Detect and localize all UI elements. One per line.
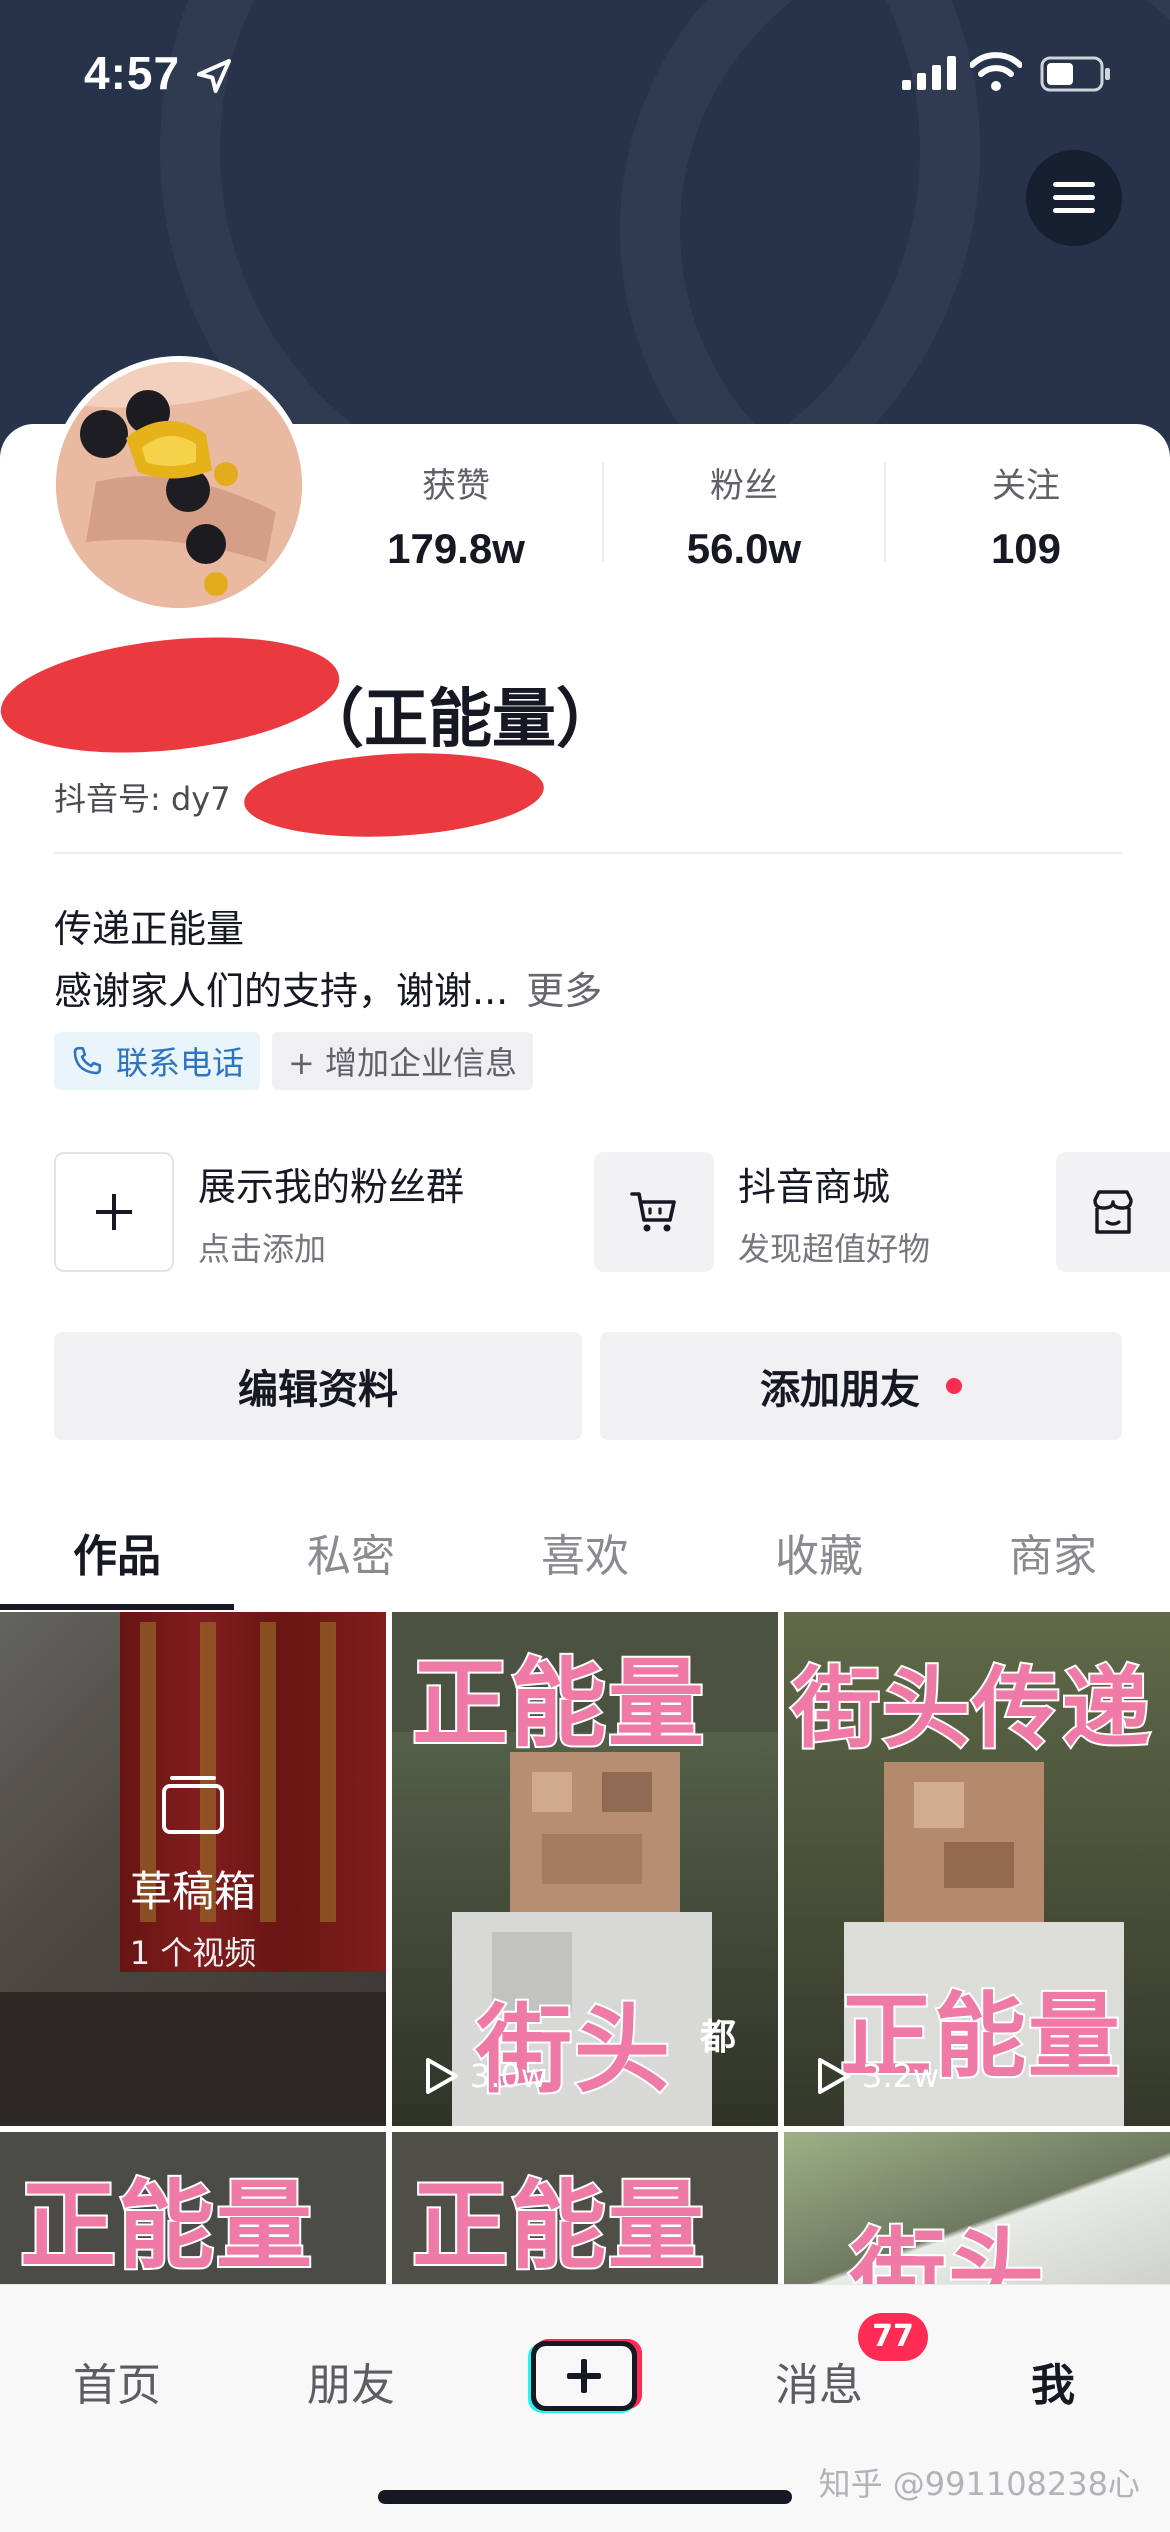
shop-icon	[1056, 1152, 1170, 1272]
tab-favorites[interactable]: 收藏	[702, 1520, 936, 1584]
nav-friends[interactable]: 朋友	[234, 2349, 468, 2413]
bio-more-link[interactable]: 更多	[526, 969, 602, 1013]
play-count-value: 3.2w	[862, 2057, 940, 2095]
douyin-id[interactable]: 抖音号: dy7	[54, 774, 231, 820]
status-time: 4:57	[84, 47, 181, 99]
video-overlay-title: 正能量	[18, 2168, 314, 2284]
add-business-info-label: + 增加企业信息	[288, 1044, 517, 1082]
stat-following[interactable]: 关注 109	[906, 458, 1146, 573]
stat-following-value: 109	[990, 525, 1062, 572]
shop-shortcut[interactable]	[1056, 1152, 1170, 1272]
active-tab-indicator	[0, 1604, 234, 1610]
messages-badge: 77	[858, 2313, 928, 2361]
hamburger-icon	[1053, 182, 1095, 213]
fan-group-shortcut[interactable]: 展示我的粉丝群 点击添加	[54, 1152, 574, 1272]
draft-box-title: 草稿箱	[129, 1867, 256, 1916]
contact-phone-tag[interactable]: 联系电话	[54, 1032, 261, 1090]
divider	[884, 462, 886, 562]
fan-group-title: 展示我的粉丝群	[198, 1165, 465, 1209]
play-icon	[818, 2058, 850, 2094]
bio-text: 感谢家人们的支持，谢谢...	[54, 969, 509, 1013]
home-indicator	[378, 2490, 792, 2504]
stat-fans-label: 粉丝	[710, 466, 778, 506]
tab-private[interactable]: 私密	[234, 1520, 468, 1584]
wifi-icon	[970, 52, 1022, 91]
avatar-image	[56, 362, 302, 608]
add-friend-label: 添加朋友	[760, 1367, 920, 1413]
divider	[54, 852, 1122, 854]
notification-dot	[946, 1378, 962, 1394]
nav-home[interactable]: 首页	[0, 2349, 234, 2413]
draft-box-count: 1 个视频	[129, 1934, 257, 1972]
stat-following-label: 关注	[992, 466, 1060, 506]
stat-likes-label: 获赞	[422, 466, 490, 506]
location-arrow-icon	[197, 59, 231, 93]
video-tile[interactable]: 街头传递 正能量 3.2w	[784, 1612, 1170, 2126]
play-icon	[426, 2058, 458, 2094]
content-tabs: 作品 私密 喜欢 收藏 商家	[0, 1500, 1170, 1610]
video-overlay-title: 正能量	[410, 2168, 706, 2284]
video-caption: 都	[700, 2017, 737, 2058]
cart-icon	[594, 1152, 714, 1272]
divider	[602, 462, 604, 562]
mall-shortcut[interactable]: 抖音商城 发现超值好物	[594, 1152, 1034, 1272]
stat-fans[interactable]: 粉丝 56.0w	[624, 458, 864, 573]
edit-profile-label: 编辑资料	[238, 1367, 398, 1413]
signal-icon	[902, 56, 956, 90]
stat-likes[interactable]: 获赞 179.8w	[336, 458, 576, 573]
phone-icon	[73, 1046, 102, 1075]
play-count: 3.0w	[422, 2056, 547, 2096]
tab-merchant[interactable]: 商家	[936, 1520, 1170, 1584]
mall-title: 抖音商城	[738, 1165, 891, 1209]
video-grid: 草稿箱 1 个视频 正能量 街头 都 3.0w 街头传递 正能量 3.2w 正能…	[0, 1612, 1170, 2312]
battery-icon	[1040, 56, 1110, 92]
plus-icon	[54, 1152, 174, 1272]
tab-likes[interactable]: 喜欢	[468, 1520, 702, 1584]
play-count-value: 3.0w	[470, 2057, 548, 2095]
mall-sub: 发现超值好物	[738, 1230, 931, 1268]
video-tile[interactable]: 正能量 街头 都 3.0w	[392, 1612, 778, 2126]
profile-name: （正能量）	[300, 683, 620, 757]
stat-likes-value: 179.8w	[387, 525, 525, 572]
tab-works[interactable]: 作品	[0, 1520, 234, 1584]
fan-group-sub: 点击添加	[198, 1230, 327, 1268]
draft-box-icon	[162, 1776, 224, 1834]
draft-box-tile[interactable]: 草稿箱 1 个视频	[0, 1612, 386, 2126]
play-count: 3.2w	[814, 2056, 939, 2096]
contact-phone-label: 联系电话	[116, 1044, 245, 1082]
video-overlay-title: 正能量	[410, 1646, 706, 1762]
bio-line-1: 传递正能量	[54, 907, 245, 951]
bio-line-2: 感谢家人们的支持，谢谢... 更多	[54, 960, 602, 1015]
status-bar: 4:57	[0, 0, 1170, 150]
avatar[interactable]	[50, 356, 308, 614]
menu-button[interactable]	[1026, 150, 1122, 246]
edit-profile-button[interactable]: 编辑资料	[54, 1332, 582, 1440]
nav-me[interactable]: 我	[936, 2349, 1170, 2413]
video-overlay-title: 街头传递	[790, 1655, 1153, 1762]
stat-fans-value: 56.0w	[686, 525, 802, 572]
add-business-info-tag[interactable]: + 增加企业信息	[272, 1032, 533, 1090]
create-post-button[interactable]	[524, 2337, 644, 2417]
add-friend-button[interactable]: 添加朋友	[600, 1332, 1122, 1440]
watermark: 知乎 @991108238心	[818, 2465, 1140, 2503]
